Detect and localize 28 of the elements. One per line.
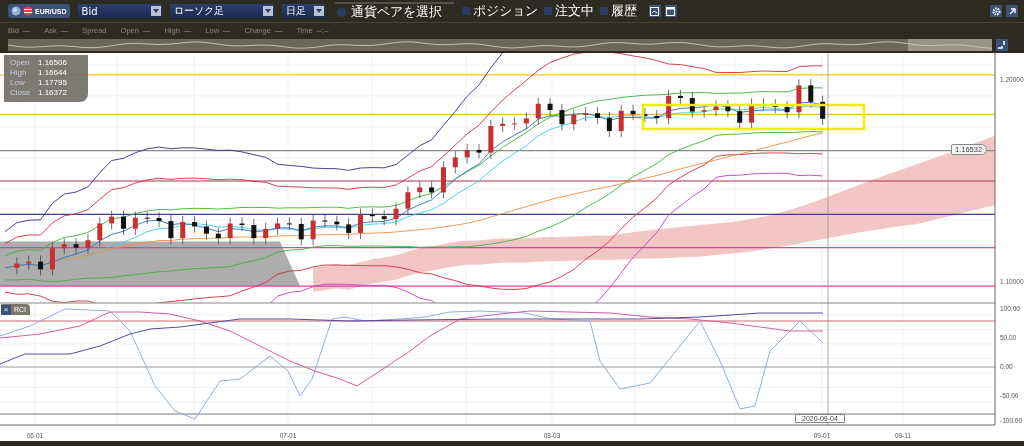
ohlc-label: Open — [10, 58, 31, 68]
chart-tool-icon — [650, 6, 659, 16]
zoom-button[interactable] — [996, 39, 1008, 51]
chart-type-select[interactable]: ローソク足 — [169, 4, 274, 18]
ohlc-label: High — [10, 68, 28, 78]
settings-button[interactable] — [990, 5, 1002, 17]
ohlc-label: Low — [10, 78, 26, 88]
ohlc-value: 1.16506 — [38, 58, 68, 68]
checkbox[interactable]: 注文中 — [543, 2, 594, 20]
popout-button[interactable] — [1006, 5, 1018, 17]
globe-icon — [11, 6, 21, 16]
checkbox[interactable]: 履歴 — [599, 2, 637, 20]
ohlc-label: Close — [10, 88, 32, 98]
ohlc-value: 1.16644 — [38, 68, 68, 78]
ohlc-value: 1.16372 — [38, 88, 68, 98]
chart-tool-button[interactable] — [648, 5, 661, 17]
window-button[interactable] — [664, 5, 677, 17]
popout-icon — [1007, 6, 1017, 16]
window-icon — [666, 6, 675, 16]
price-select[interactable]: Bid — [77, 4, 162, 18]
navigator-strip[interactable] — [8, 39, 992, 51]
close-button[interactable]: × — [1, 304, 11, 315]
pair-select-radio[interactable]: 通貨ペアを選択 — [334, 2, 454, 20]
timeframe-select[interactable]: 日足 — [281, 4, 325, 18]
flag-icon — [23, 6, 33, 16]
ohlc-value: 1.17795 — [38, 78, 68, 88]
checkbox[interactable]: ポジション — [461, 2, 538, 20]
settings-icon — [991, 6, 1001, 16]
